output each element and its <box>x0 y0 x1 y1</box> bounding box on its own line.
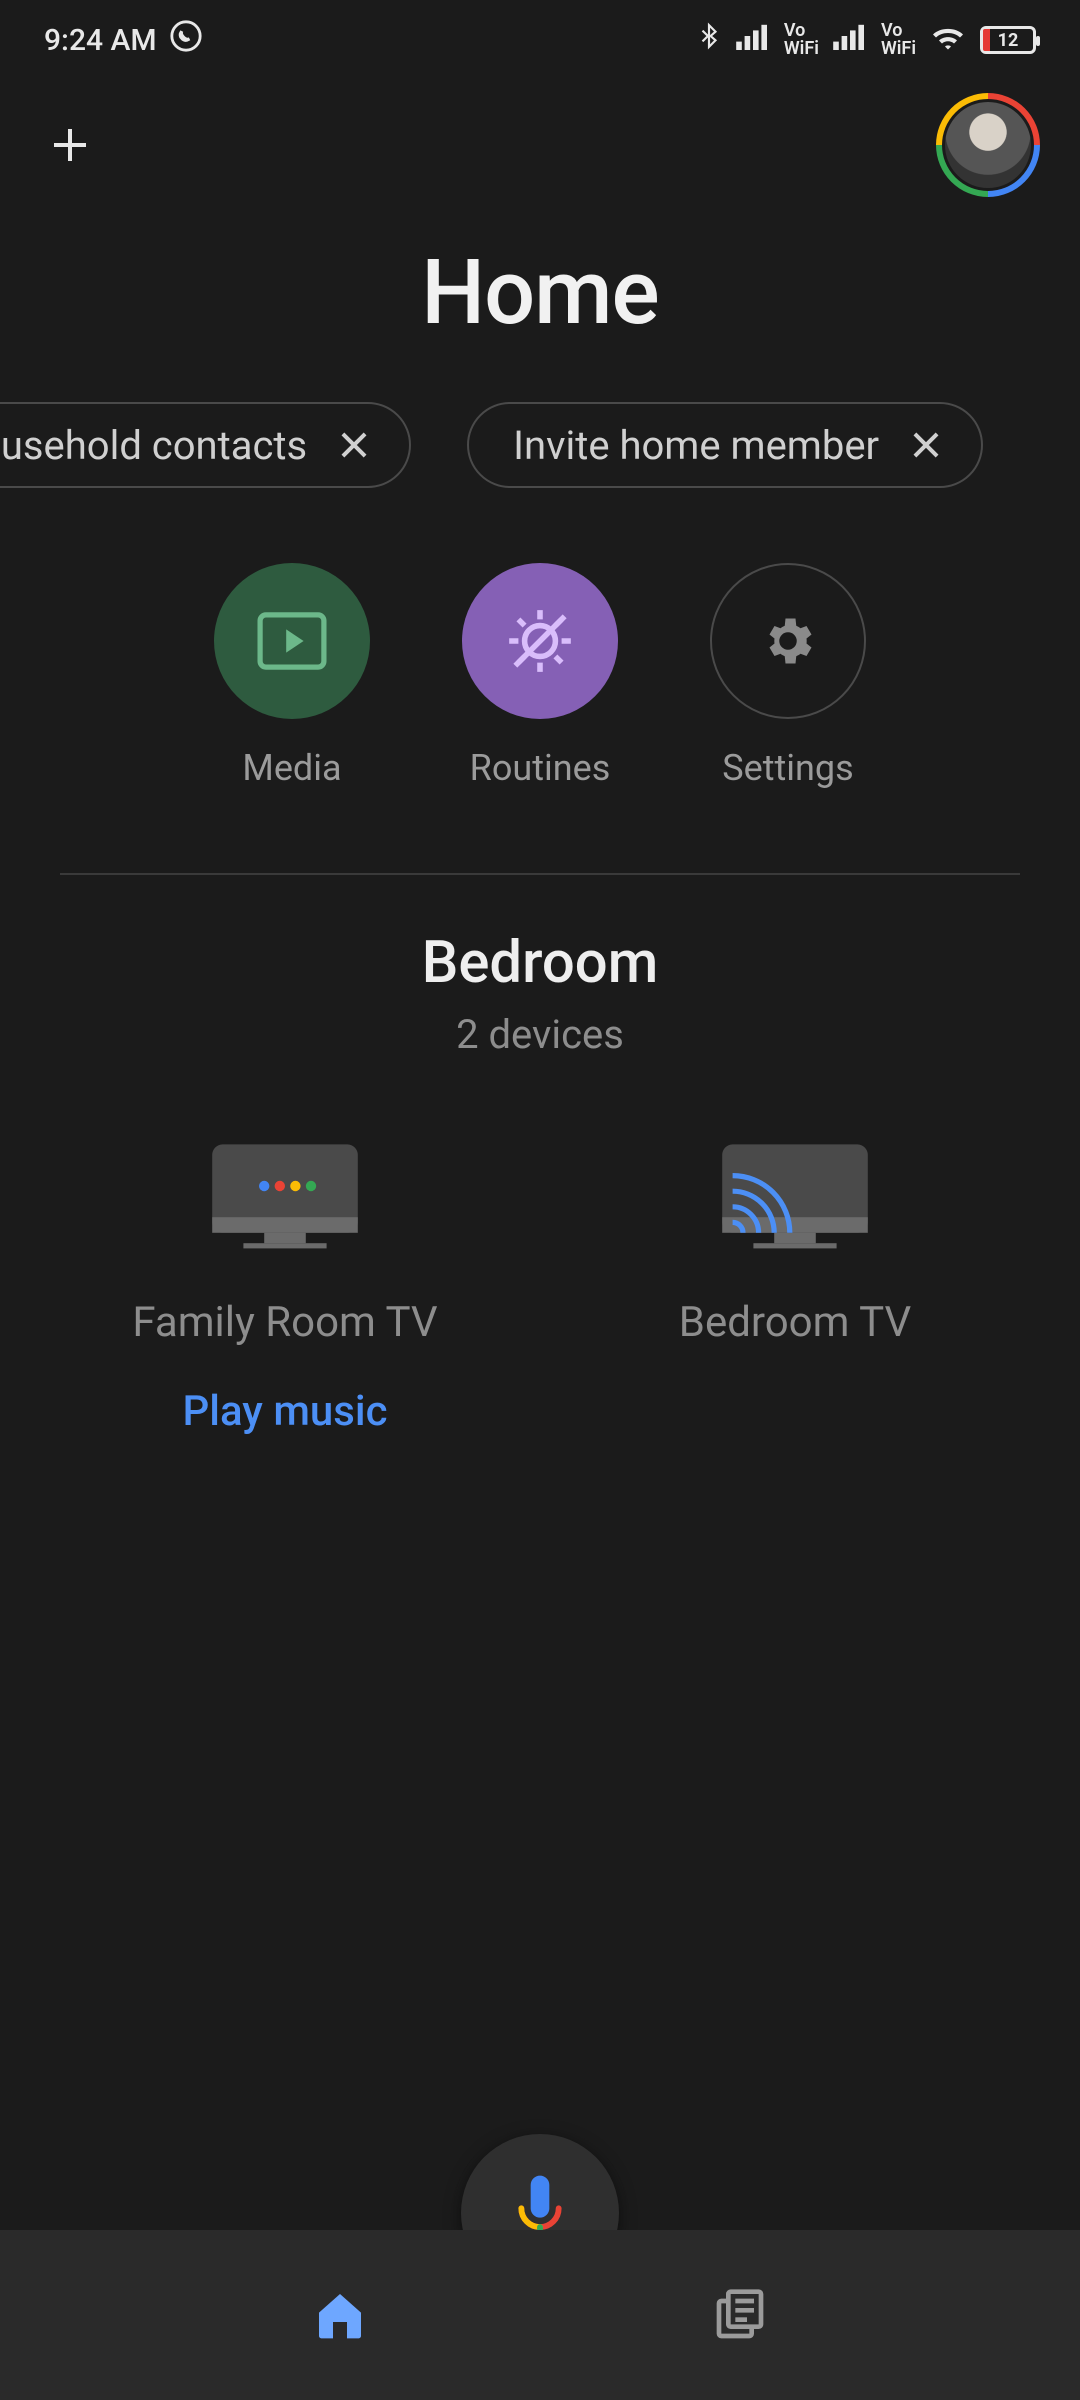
settings-icon <box>710 563 866 719</box>
signal-icon-2 <box>833 22 867 58</box>
feed-icon <box>712 2287 768 2343</box>
vowifi-label: VoWiFi <box>784 22 819 58</box>
app-header <box>0 80 1080 210</box>
vowifi-label-2: VoWiFi <box>881 22 916 58</box>
battery-percent: 12 <box>983 30 1033 51</box>
device-action-play-music[interactable]: Play music <box>182 1387 387 1436</box>
device-label: Bedroom TV <box>679 1298 911 1347</box>
media-label: Media <box>242 747 341 789</box>
divider <box>60 873 1020 875</box>
chip-label: Invite home member <box>513 422 879 469</box>
device-family-room-tv[interactable]: Family Room TV Play music <box>115 1134 455 1436</box>
room-name: Bedroom <box>0 929 1080 997</box>
settings-label: Settings <box>722 747 853 789</box>
add-button[interactable] <box>40 115 100 175</box>
status-time: 9:24 AM <box>44 23 157 58</box>
suggestion-chips: household contacts Invite home member <box>0 399 1080 491</box>
nav-feed-button[interactable] <box>705 2280 775 2350</box>
chip-label: household contacts <box>0 422 307 469</box>
close-icon[interactable] <box>907 426 945 464</box>
wifi-icon <box>930 22 966 58</box>
routines-label: Routines <box>470 747 611 789</box>
home-icon <box>312 2287 368 2343</box>
room-subtitle: 2 devices <box>0 1011 1080 1058</box>
device-label: Family Room TV <box>132 1298 437 1347</box>
chip-household-contacts[interactable]: household contacts <box>0 402 411 488</box>
chromecast-tv-icon <box>715 1134 875 1264</box>
close-icon[interactable] <box>335 426 373 464</box>
status-bar: 9:24 AM VoWiFi VoWiFi 12 <box>0 0 1080 80</box>
signal-icon <box>736 22 770 58</box>
quick-action-settings[interactable]: Settings <box>710 563 866 789</box>
routines-icon <box>462 563 618 719</box>
nav-home-button[interactable] <box>305 2280 375 2350</box>
quick-action-routines[interactable]: Routines <box>462 563 618 789</box>
whatsapp-icon <box>169 19 203 61</box>
media-icon <box>214 563 370 719</box>
chip-invite-member[interactable]: Invite home member <box>467 402 983 488</box>
quick-actions: Media Routines Settings <box>0 563 1080 789</box>
room-header[interactable]: Bedroom 2 devices <box>0 929 1080 1058</box>
device-bedroom-tv[interactable]: Bedroom TV <box>625 1134 965 1436</box>
avatar-image <box>942 99 1034 191</box>
page-title: Home <box>0 240 1080 345</box>
quick-action-media[interactable]: Media <box>214 563 370 789</box>
android-tv-icon <box>205 1134 365 1264</box>
battery-icon: 12 <box>980 26 1036 54</box>
bluetooth-icon <box>696 19 722 61</box>
account-avatar[interactable] <box>936 93 1040 197</box>
device-grid: Family Room TV Play music Bedroom TV <box>0 1134 1080 1436</box>
bottom-nav <box>0 2230 1080 2400</box>
